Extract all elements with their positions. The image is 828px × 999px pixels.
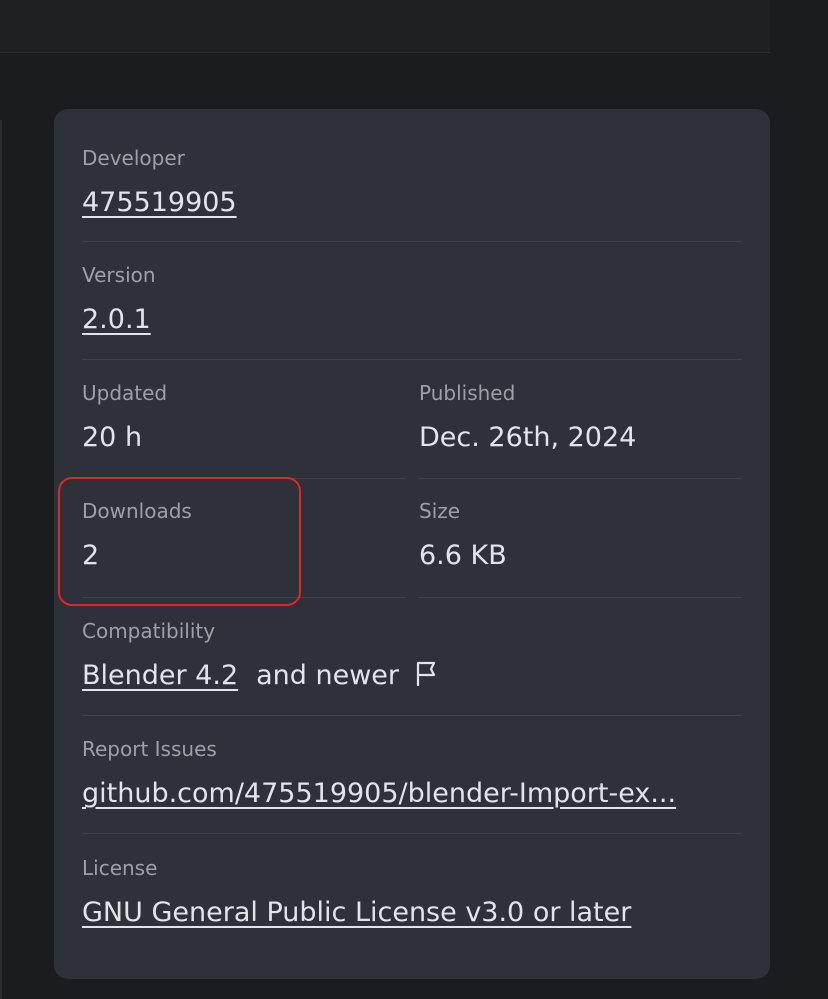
version-row: Version 2.0.1: [82, 242, 742, 360]
extension-details-card: Developer 475519905 Version 2.0.1 Update…: [54, 109, 770, 979]
license-label: License: [82, 856, 158, 880]
left-panel-edge: [0, 120, 2, 999]
compatibility-suffix: and newer: [256, 660, 400, 691]
updated-row: Updated 20 h: [82, 360, 405, 479]
report-issues-value: github.com/475519905/blender-Import-ex..…: [82, 776, 742, 812]
report-issues-link[interactable]: github.com/475519905/blender-Import-ex..…: [82, 778, 676, 809]
developer-label: Developer: [82, 146, 185, 170]
updated-label: Updated: [82, 381, 168, 405]
published-label: Published: [419, 381, 516, 405]
report-issues-label: Report Issues: [82, 737, 217, 761]
license-link[interactable]: GNU General Public License v3.0 or later: [82, 895, 631, 931]
compatibility-label: Compatibility: [82, 619, 216, 643]
flag-icon[interactable]: [415, 660, 437, 687]
compatibility-row: Compatibility Blender 4.2 and newer: [82, 598, 742, 716]
downloads-value: 2: [82, 540, 100, 571]
size-value: 6.6 KB: [419, 540, 507, 571]
downloads-label: Downloads: [82, 499, 192, 523]
size-row: Size 6.6 KB: [419, 479, 742, 598]
version-link[interactable]: 2.0.1: [82, 302, 151, 338]
developer-link[interactable]: 475519905: [82, 185, 237, 221]
compatibility-value: Blender 4.2 and newer: [82, 658, 437, 694]
version-label: Version: [82, 263, 156, 287]
downloads-row: Downloads 2: [82, 479, 405, 598]
report-issues-row: Report Issues github.com/475519905/blend…: [82, 716, 742, 834]
published-value: Dec. 26th, 2024: [419, 422, 637, 453]
developer-row: Developer 475519905: [82, 109, 742, 242]
size-label: Size: [419, 499, 461, 523]
compatibility-link[interactable]: Blender 4.2: [82, 660, 238, 691]
updated-value: 20 h: [82, 422, 143, 453]
top-bar: [0, 0, 770, 53]
license-row: License GNU General Public License v3.0 …: [82, 834, 742, 954]
published-row: Published Dec. 26th, 2024: [419, 360, 742, 479]
